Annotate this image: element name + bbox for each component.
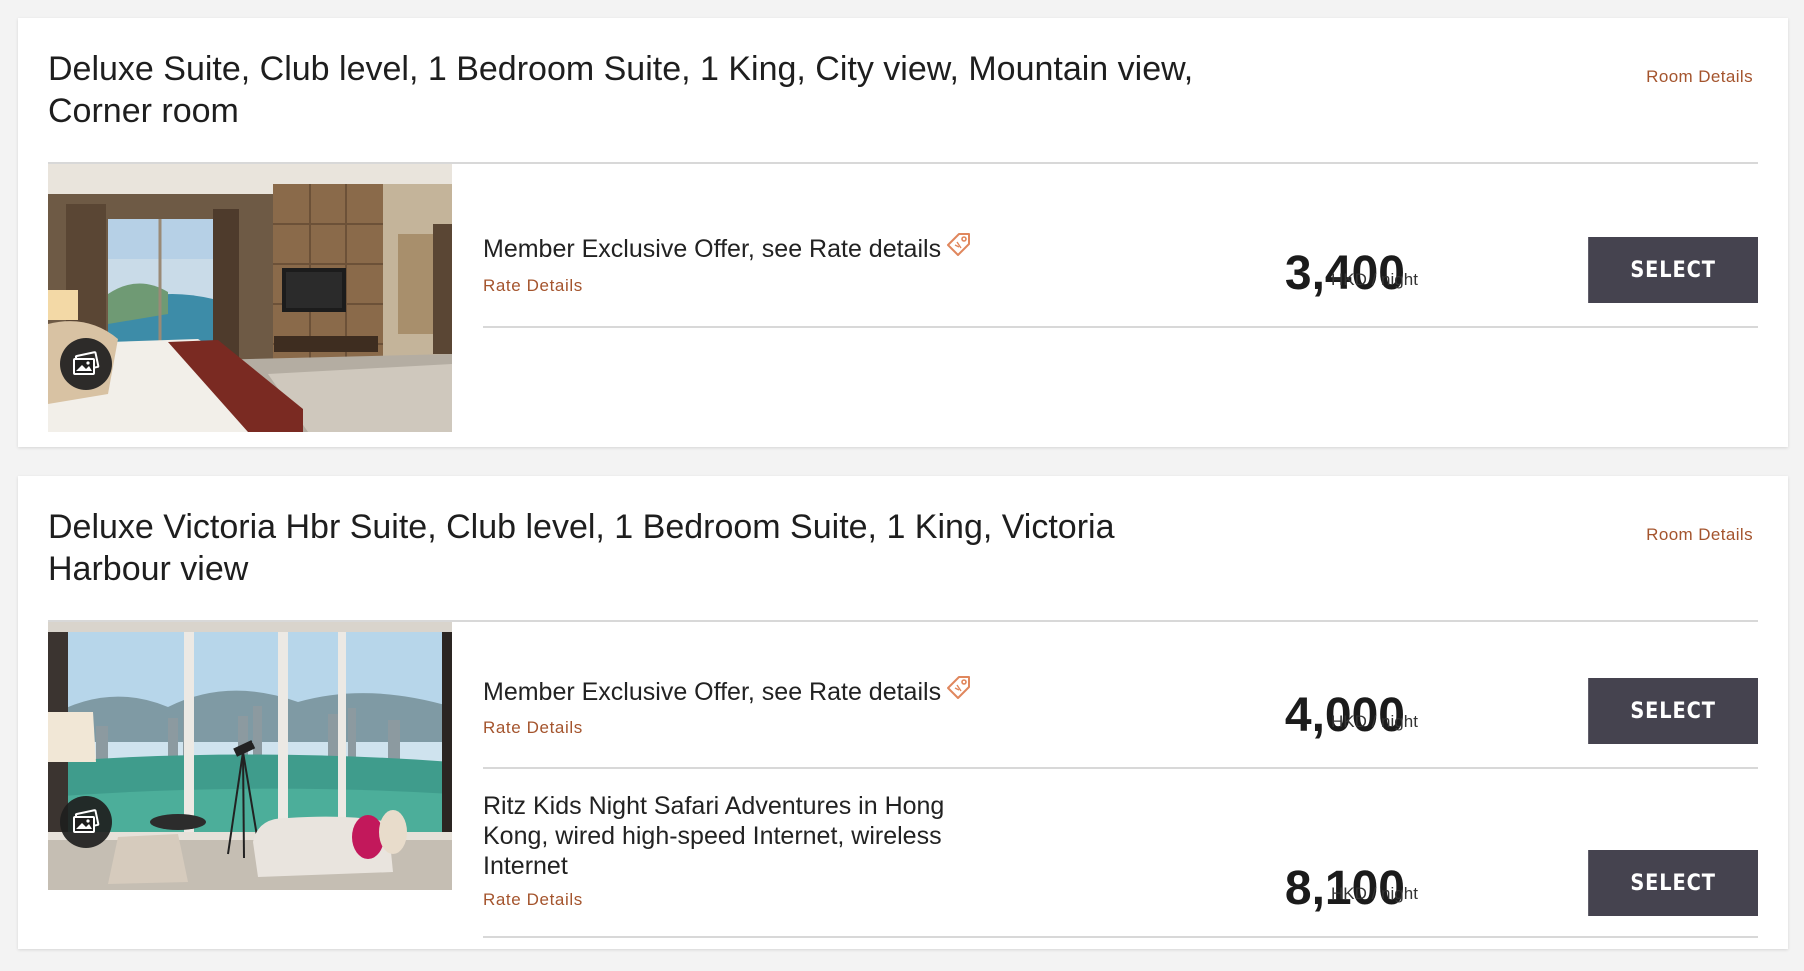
offer-title: Member Exclusive Offer, see Rate details (483, 232, 973, 265)
rate-details-link[interactable]: Rate Details (483, 718, 583, 738)
select-button[interactable]: SELECT (1588, 678, 1758, 744)
rate-row: Member Exclusive Offer, see Rate details… (483, 622, 1758, 769)
room-title: Deluxe Victoria Hbr Suite, Club level, 1… (48, 508, 1115, 588)
gallery-button[interactable] (60, 796, 112, 848)
select-button[interactable]: SELECT (1588, 237, 1758, 303)
room-details-link[interactable]: Room Details (1646, 67, 1753, 87)
offer-text: Member Exclusive Offer, see Rate details (483, 678, 942, 706)
room-title: Deluxe Suite, Club level, 1 Bedroom Suit… (48, 50, 1194, 130)
harbour-view-photo (48, 622, 452, 890)
tag-icon (945, 230, 973, 265)
select-button[interactable]: SELECT (1588, 850, 1758, 916)
room-photo[interactable] (48, 622, 452, 890)
offer-text: Member Exclusive Offer, see Rate details (483, 235, 942, 263)
price-unit: HKD / night (1331, 270, 1418, 289)
room-details-link[interactable]: Room Details (1646, 525, 1753, 545)
offer-title: Ritz Kids Night Safari Adventures in Hon… (483, 792, 945, 880)
rate-details-link[interactable]: Rate Details (483, 890, 583, 910)
room-card: Deluxe Suite, Club level, 1 Bedroom Suit… (18, 18, 1788, 447)
bedroom-photo (48, 164, 452, 432)
offer-title: Member Exclusive Offer, see Rate details (483, 675, 973, 708)
rate-details-link[interactable]: Rate Details (483, 276, 583, 296)
gallery-icon (73, 351, 100, 375)
rate-row: Ritz Kids Night Safari Adventures in Hon… (483, 767, 1758, 938)
gallery-button[interactable] (60, 338, 112, 390)
rate-row: Member Exclusive Offer, see Rate details… (483, 164, 1758, 328)
room-photo[interactable] (48, 164, 452, 432)
gallery-icon (73, 809, 100, 833)
room-card: Deluxe Victoria Hbr Suite, Club level, 1… (18, 476, 1788, 949)
tag-icon (945, 673, 973, 708)
price-unit: HKD / night (1331, 712, 1418, 731)
price-unit: HKD / night (1331, 884, 1418, 903)
